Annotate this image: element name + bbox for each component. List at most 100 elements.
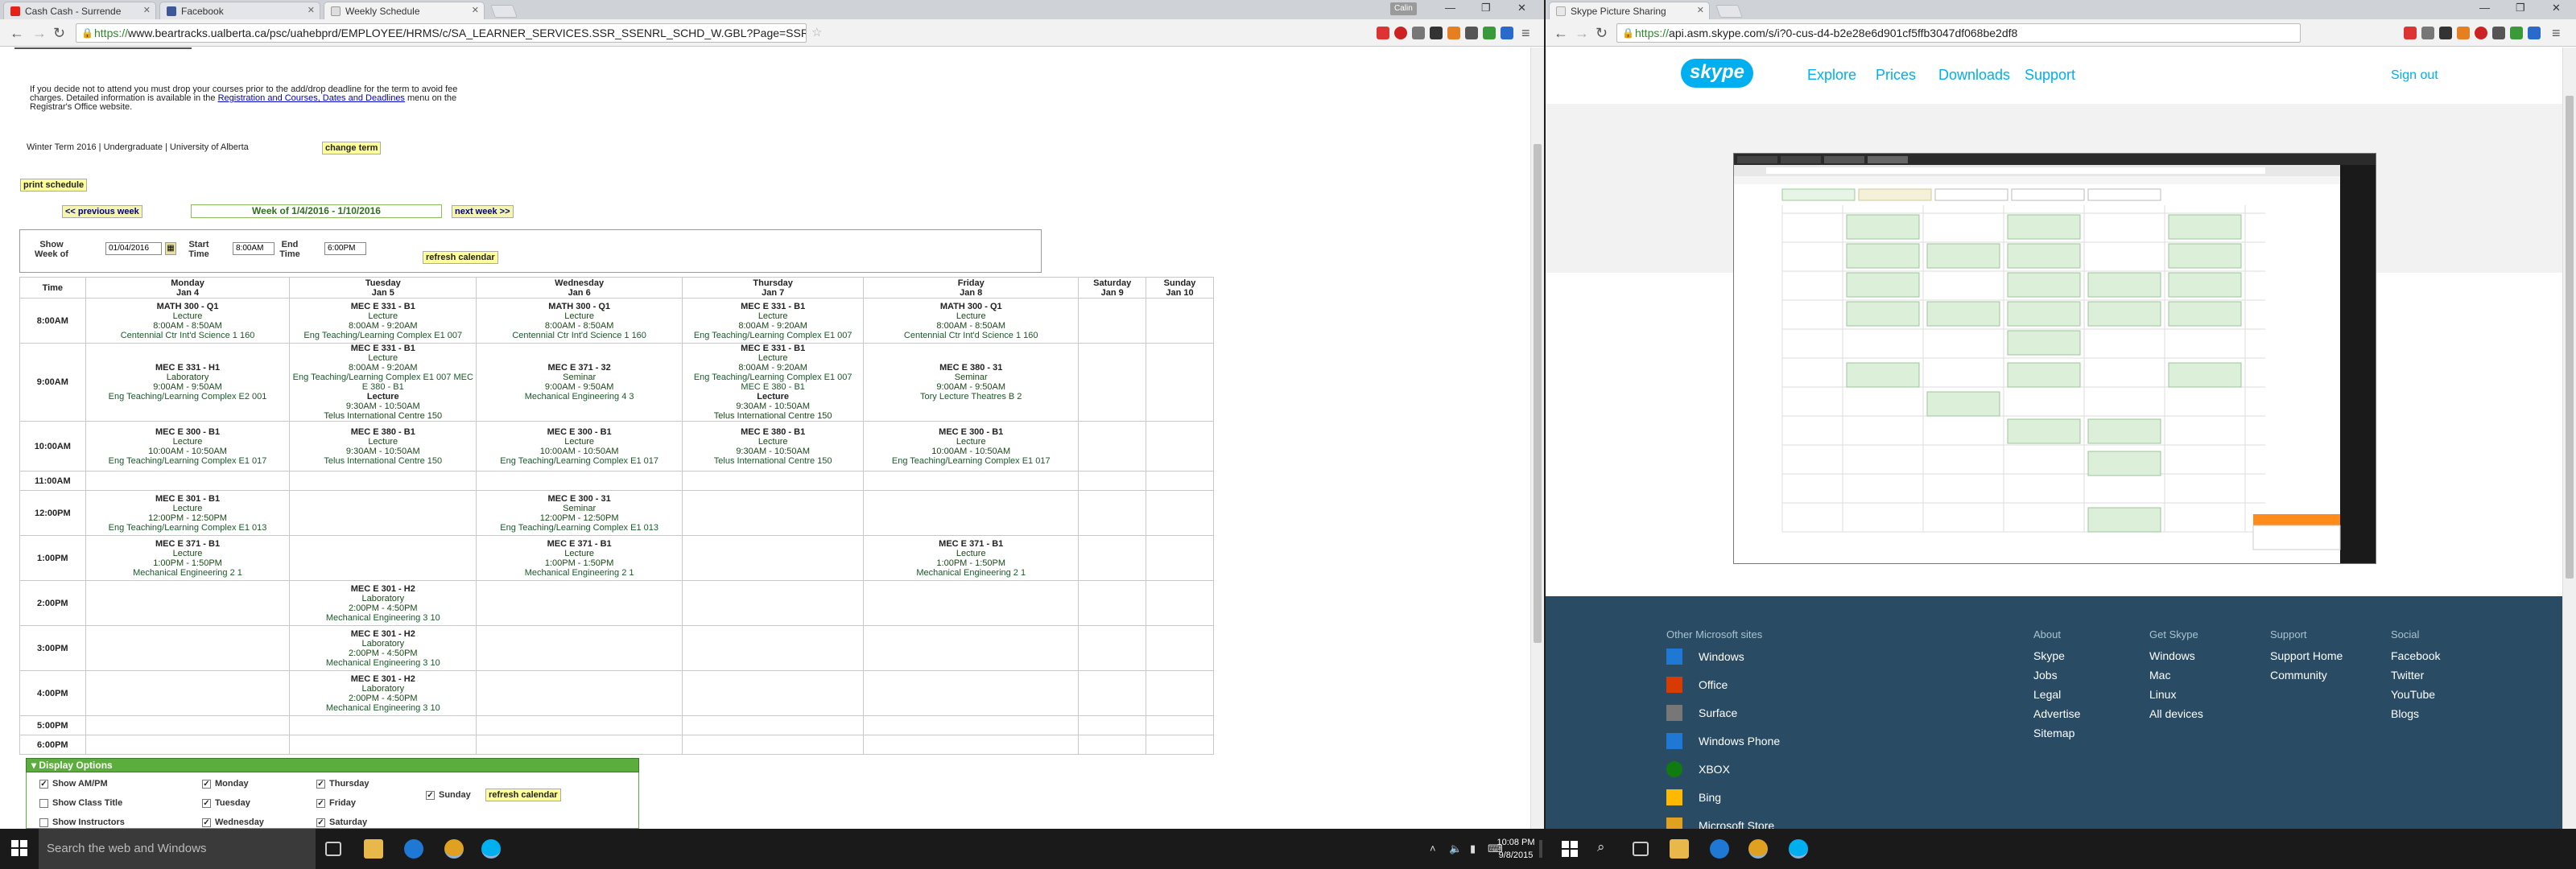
option-saturday[interactable]: ✓ Saturday <box>316 818 367 827</box>
skype-icon[interactable] <box>1789 839 1808 859</box>
footer-link[interactable]: Skype <box>2033 649 2065 662</box>
sign-out-link[interactable]: Sign out <box>2391 68 2438 83</box>
nav-support[interactable]: Support <box>2025 67 2075 84</box>
option-show-am-pm[interactable]: ✓ Show AM/PM <box>39 779 108 789</box>
footer-link[interactable]: Twitter <box>2391 669 2424 682</box>
close-window-icon[interactable]: ✕ <box>1517 2 1526 14</box>
forward-arrow-icon[interactable]: → <box>1575 25 1589 42</box>
extension-icon[interactable] <box>1483 27 1496 39</box>
file-explorer-icon[interactable] <box>1670 839 1689 859</box>
close-window-icon[interactable]: ✕ <box>2552 2 2561 14</box>
ms-site-link[interactable]: Windows <box>1699 650 1744 663</box>
maximize-icon[interactable]: ❐ <box>2516 2 2525 14</box>
checkbox[interactable]: ✓ <box>202 798 211 808</box>
extension-icon[interactable] <box>1465 27 1478 39</box>
extension-icon[interactable] <box>1377 27 1389 39</box>
windows-start-icon[interactable] <box>11 840 27 856</box>
tab-facebook[interactable]: Facebook ✕ <box>159 2 320 19</box>
tab-skype-picture-sharing[interactable]: Skype Picture Sharing ✕ <box>1549 2 1710 19</box>
footer-link[interactable]: Legal <box>2033 688 2061 701</box>
footer-link[interactable]: All devices <box>2149 707 2203 720</box>
registration-dates-link[interactable]: Registration and Courses, Dates and Dead… <box>218 93 405 103</box>
show-desktop-button[interactable] <box>1539 840 1542 858</box>
extension-icon[interactable] <box>2421 27 2434 39</box>
network-icon[interactable]: ▮ <box>1470 842 1476 855</box>
task-view-icon[interactable] <box>1633 842 1649 856</box>
new-tab-button[interactable] <box>1715 5 1743 18</box>
print-schedule-button[interactable]: print schedule <box>20 179 88 192</box>
address-bar[interactable]: 🔒 https://api.asm.skype.com/s/i?0-cus-d4… <box>1616 23 2301 43</box>
footer-link[interactable]: Mac <box>2149 669 2170 682</box>
checkbox[interactable]: ✓ <box>316 779 325 789</box>
adblock-icon[interactable] <box>1394 27 1407 39</box>
nav-downloads[interactable]: Downloads <box>1938 67 2010 84</box>
minimize-icon[interactable]: — <box>1445 2 1455 14</box>
volume-icon[interactable]: 🔈 <box>1449 842 1462 855</box>
footer-link[interactable]: Sitemap <box>2033 727 2074 739</box>
bookmark-star-icon[interactable]: ☆ <box>811 25 822 39</box>
ms-site-link[interactable]: XBOX <box>1699 763 1730 776</box>
checkbox[interactable]: ✓ <box>426 790 435 800</box>
option-show-instructors[interactable]: Show Instructors <box>39 818 125 827</box>
menu-icon[interactable]: ≡ <box>2552 25 2561 42</box>
flame-icon[interactable] <box>2457 27 2470 39</box>
ms-site-link[interactable]: Windows Phone <box>1699 735 1780 748</box>
forward-arrow-icon[interactable]: → <box>32 25 47 42</box>
calendar-icon[interactable]: ▦ <box>165 242 176 255</box>
show-week-input[interactable]: 01/04/2016 <box>105 242 162 255</box>
nav-prices[interactable]: Prices <box>1876 67 1916 84</box>
minimize-icon[interactable]: — <box>2479 2 2490 14</box>
option-tuesday[interactable]: ✓ Tuesday <box>202 798 250 808</box>
scrollbar-thumb[interactable] <box>1534 144 1542 643</box>
flame-icon[interactable] <box>1447 27 1460 39</box>
close-icon[interactable]: ✕ <box>143 5 151 15</box>
nav-explore[interactable]: Explore <box>1807 67 1856 84</box>
maximize-icon[interactable]: ❐ <box>1481 2 1491 14</box>
footer-link[interactable]: Community <box>2270 669 2327 682</box>
task-view-icon[interactable] <box>325 842 341 856</box>
back-arrow-icon[interactable]: ← <box>1554 25 1568 42</box>
reload-icon[interactable]: ↻ <box>1596 25 1608 42</box>
checkbox[interactable]: ✓ <box>316 818 325 827</box>
close-icon[interactable]: ✕ <box>472 5 479 15</box>
option-thursday[interactable]: ✓ Thursday <box>316 779 369 789</box>
tab-weekly-schedule[interactable]: Weekly Schedule ✕ <box>324 2 485 19</box>
checkbox[interactable]: ✓ <box>39 779 48 789</box>
chrome-icon[interactable] <box>1748 839 1768 859</box>
footer-link[interactable]: Advertise <box>2033 707 2080 720</box>
close-icon[interactable]: ✕ <box>1697 5 1704 15</box>
search-icon[interactable]: ⌕ <box>1597 839 1605 855</box>
extension-icon[interactable] <box>1501 27 1513 39</box>
shared-screenshot-image[interactable] <box>1733 153 2376 564</box>
ms-site-link[interactable]: Surface <box>1699 706 1737 719</box>
extension-icon[interactable] <box>2492 27 2505 39</box>
start-time-input[interactable]: 8:00AM <box>233 242 275 255</box>
close-icon[interactable]: ✕ <box>308 5 315 15</box>
menu-icon[interactable]: ≡ <box>1521 25 1530 42</box>
option-friday[interactable]: ✓ Friday <box>316 798 356 808</box>
vertical-scrollbar[interactable] <box>2562 47 2576 829</box>
new-tab-button[interactable] <box>490 5 518 18</box>
footer-link[interactable]: Windows <box>2149 649 2195 662</box>
back-arrow-icon[interactable]: ← <box>10 25 24 42</box>
checkbox[interactable]: ✓ <box>202 818 211 827</box>
end-time-input[interactable]: 6:00PM <box>324 242 366 255</box>
footer-link[interactable]: YouTube <box>2391 688 2435 701</box>
chrome-icon[interactable] <box>444 839 464 859</box>
footer-link[interactable]: Blogs <box>2391 707 2419 720</box>
address-bar[interactable]: 🔒 https://www.beartracks.ualberta.ca/psc… <box>76 23 807 43</box>
extension-icon[interactable] <box>1430 27 1443 39</box>
refresh-calendar-button[interactable]: refresh calendar <box>423 251 498 264</box>
file-explorer-icon[interactable] <box>364 839 383 859</box>
extension-icon[interactable] <box>2528 27 2541 39</box>
taskbar-clock[interactable]: 10:08 PM 9/8/2015 <box>1496 836 1536 862</box>
adblock-icon[interactable] <box>2475 27 2487 39</box>
option-show-class-title[interactable]: Show Class Title <box>39 798 122 808</box>
checkbox[interactable] <box>39 818 48 827</box>
reload-icon[interactable]: ↻ <box>53 25 65 42</box>
checkbox[interactable] <box>39 798 48 808</box>
option-sunday[interactable]: ✓ Sunday <box>426 790 471 800</box>
previous-week-button[interactable]: << previous week <box>62 205 142 218</box>
user-badge[interactable]: Calin <box>1390 2 1417 15</box>
ms-site-link[interactable]: Bing <box>1699 791 1721 804</box>
